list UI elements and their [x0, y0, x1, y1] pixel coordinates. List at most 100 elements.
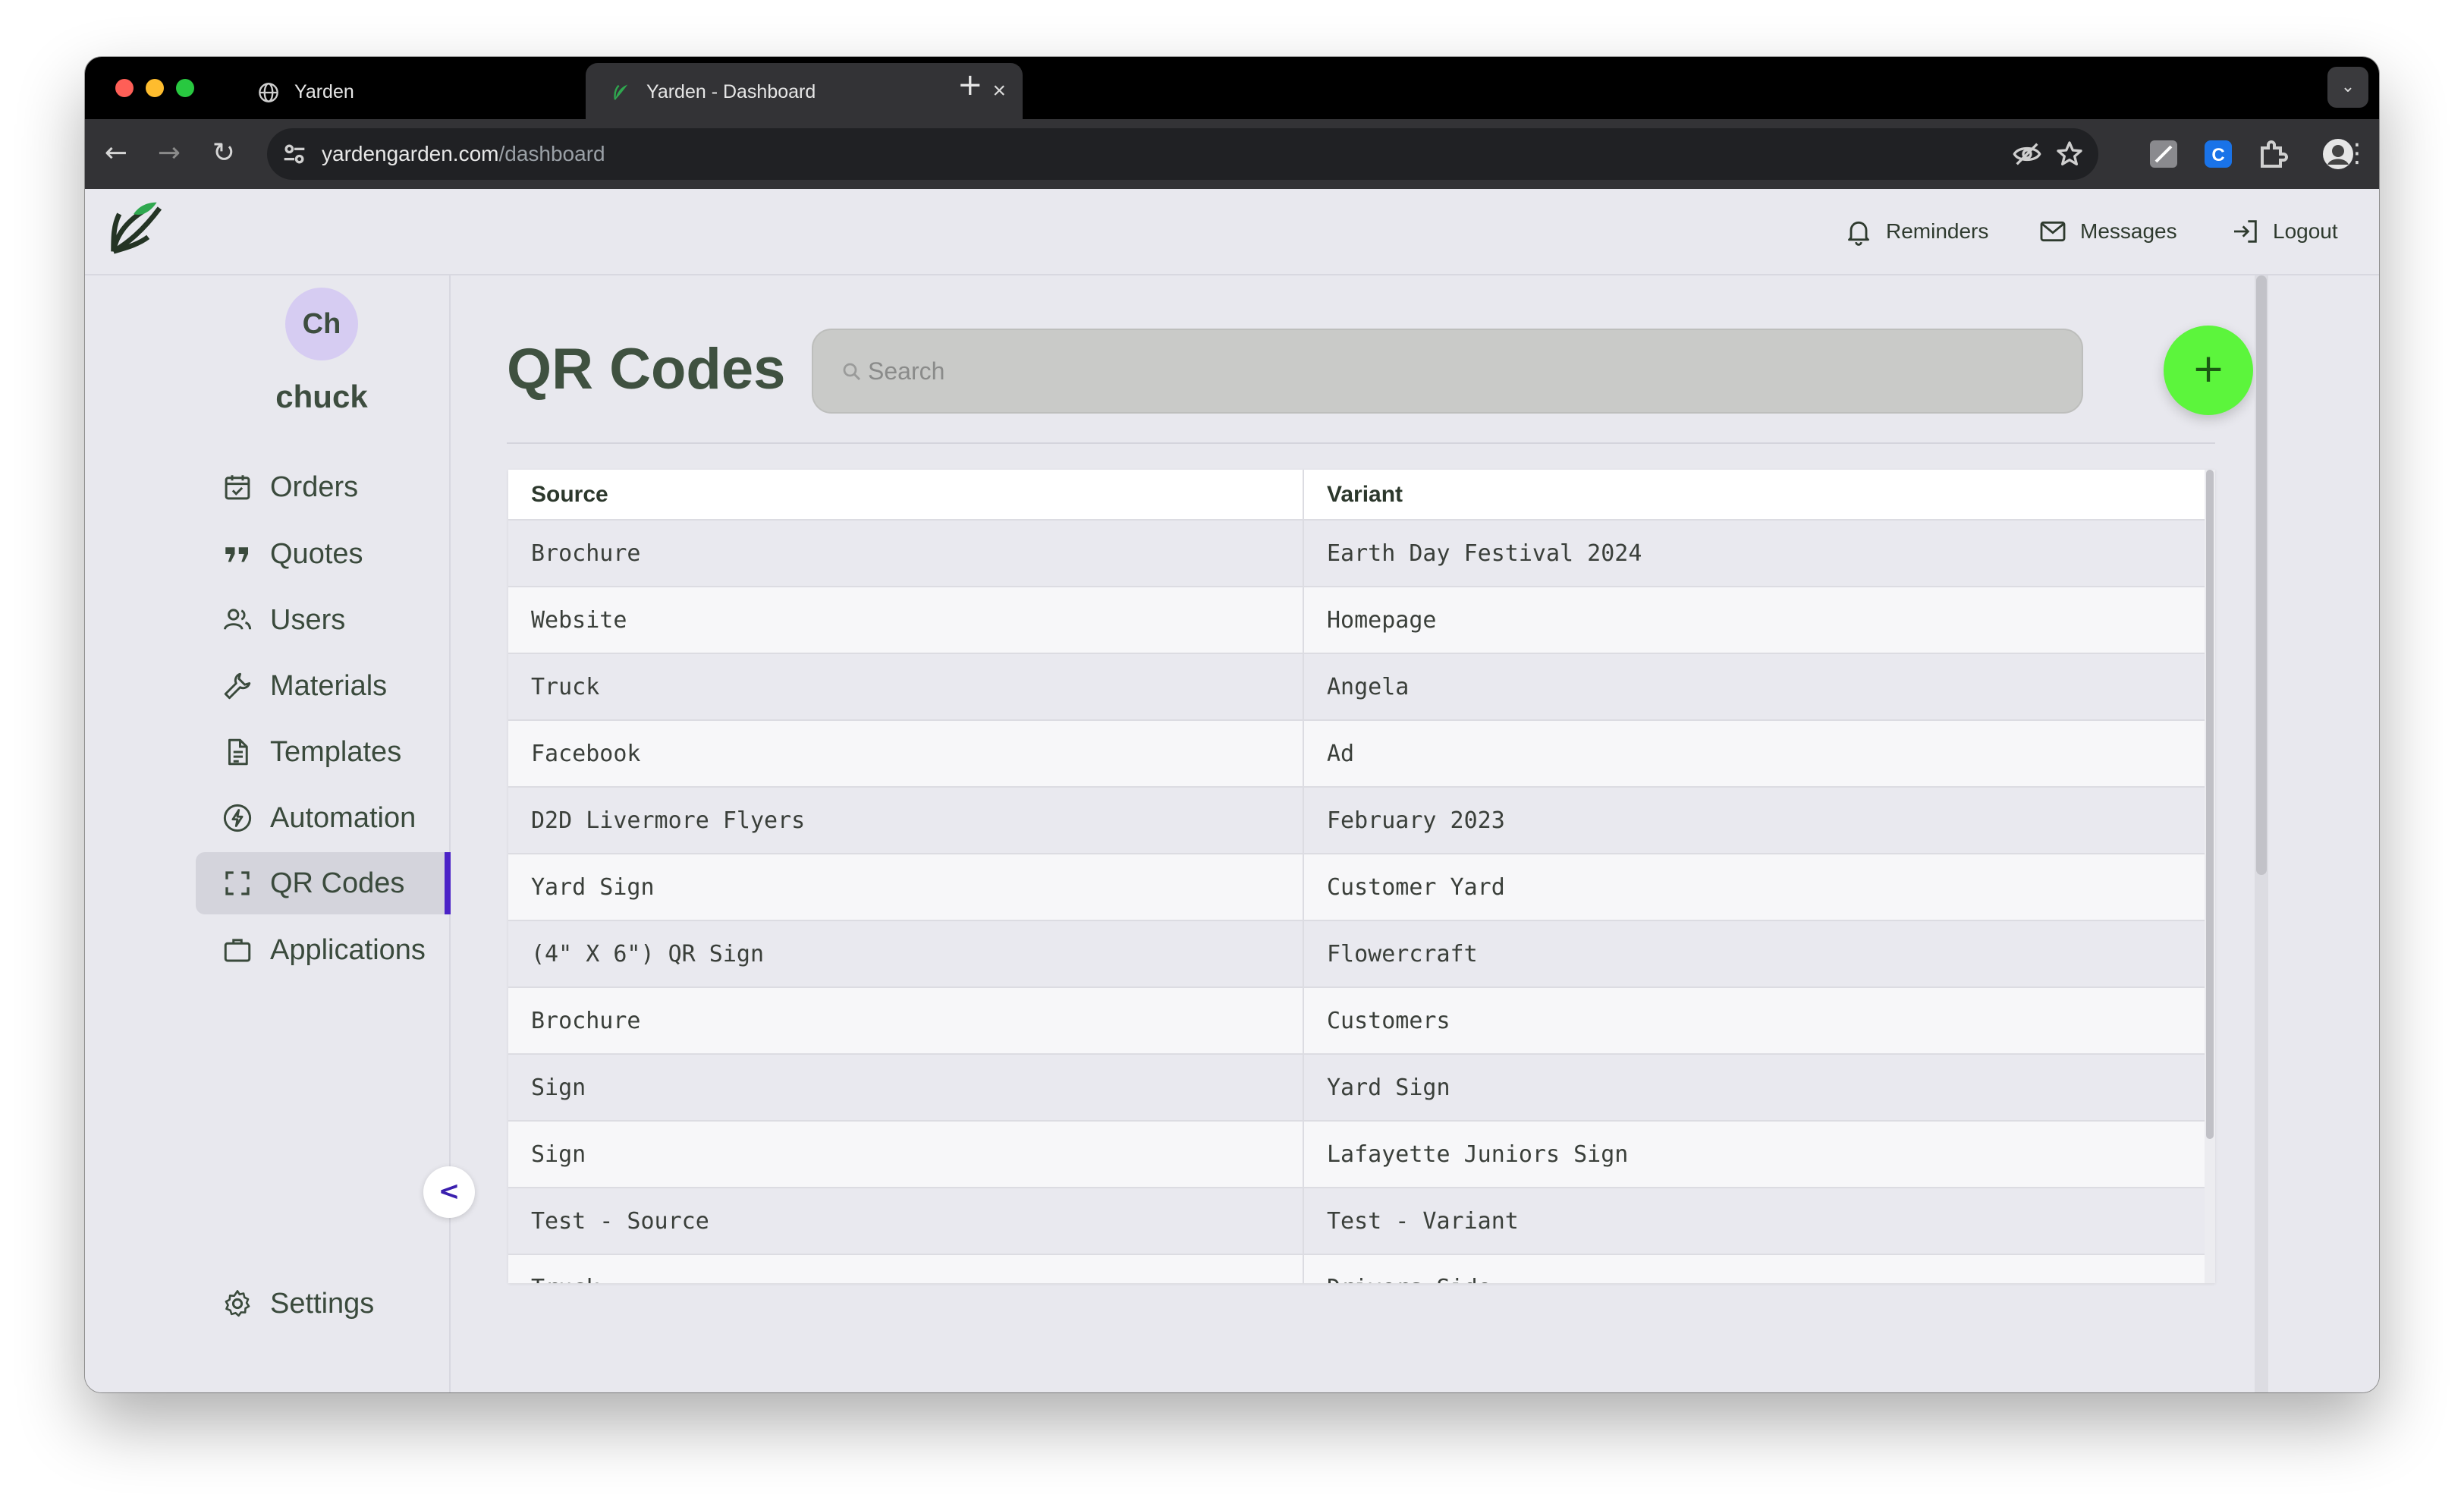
search-icon	[843, 363, 861, 381]
browser-menu-icon[interactable]: ⋮	[2338, 134, 2376, 172]
table-row[interactable]: Test - Source Test - Variant	[508, 1188, 2205, 1255]
extension-icon[interactable]	[2145, 136, 2182, 172]
page-title: QR Codes	[507, 337, 786, 401]
page-scrollbar-thumb[interactable]	[2256, 275, 2267, 875]
browser-toolbar: ← → ↻ yardengarden.com/dashboard C ⋮	[85, 119, 2379, 189]
sidebar-item-automation[interactable]: Automation	[196, 787, 451, 849]
reminders-label: Reminders	[1886, 219, 1989, 243]
source-cell: Sign	[508, 1054, 1304, 1122]
sidebar-item-label: Orders	[270, 470, 359, 503]
svg-text:C: C	[2211, 145, 2224, 165]
calendar-check-icon	[225, 475, 250, 500]
users-icon	[223, 609, 252, 630]
source-cell: (4" X 6") QR Sign	[508, 920, 1304, 988]
close-tab-icon[interactable]: ×	[992, 78, 1006, 104]
logout-link[interactable]: Logout	[2230, 216, 2338, 247]
mail-icon	[2040, 221, 2066, 242]
site-settings-icon[interactable]	[279, 139, 310, 169]
table-scrollbar-thumb[interactable]	[2206, 470, 2214, 1139]
wrench-icon	[224, 672, 251, 700]
table-row[interactable]: Facebook Ad	[508, 720, 2205, 788]
source-cell: Sign	[508, 1121, 1304, 1188]
tab-title: Yarden - Dashboard	[646, 81, 816, 102]
reminders-link[interactable]: Reminders	[1843, 216, 1988, 247]
source-cell: Website	[508, 587, 1304, 654]
tab-search-button[interactable]: ⌄	[2327, 67, 2368, 108]
sidebar-item-label: Quotes	[270, 537, 363, 570]
column-header-source[interactable]: Source	[508, 470, 1304, 521]
sidebar-item-label: Users	[270, 603, 346, 636]
table-row[interactable]: Sign Lafayette Juniors Sign	[508, 1121, 2205, 1188]
search-input[interactable]	[868, 353, 2051, 389]
source-cell: Truck	[508, 1254, 1304, 1283]
briefcase-icon	[224, 939, 251, 962]
sidebar-item-applications[interactable]: Applications	[196, 919, 451, 981]
main-content: QR Codes + Source Variant	[452, 275, 2379, 1392]
table-row[interactable]: Yard Sign Customer Yard	[508, 854, 2205, 921]
variant-cell: Yard Sign	[1303, 1054, 2205, 1122]
messages-label: Messages	[2080, 219, 2177, 243]
close-window-button[interactable]	[115, 79, 134, 97]
sidebar-item-label: Templates	[270, 735, 402, 768]
variant-cell: Homepage	[1303, 587, 2205, 654]
tab-strip: Yarden × Yarden - Dashboard × + ⌄	[85, 57, 2379, 119]
document-icon	[228, 738, 248, 766]
sidebar-item-quotes[interactable]: Quotes	[196, 523, 451, 585]
avatar[interactable]: Ch	[285, 288, 358, 360]
url-text: yardengarden.com/dashboard	[322, 142, 605, 166]
table-row[interactable]: D2D Livermore Flyers February 2023	[508, 787, 2205, 854]
reload-icon[interactable]: ↻	[205, 134, 243, 172]
column-header-variant[interactable]: Variant	[1303, 470, 2205, 521]
yarden-logo-icon[interactable]	[108, 200, 165, 257]
table-row[interactable]: Truck Drivers Side	[508, 1254, 2205, 1283]
url-host: yardengarden.com	[322, 142, 499, 165]
qr-frame-icon	[225, 871, 250, 895]
messages-link[interactable]: Messages	[2038, 216, 2177, 247]
star-icon[interactable]	[2054, 139, 2085, 169]
variant-cell: Ad	[1303, 720, 2205, 788]
minimize-window-button[interactable]	[146, 79, 164, 97]
sidebar-item-materials[interactable]: Materials	[196, 655, 451, 717]
variant-cell: Flowercraft	[1303, 920, 2205, 988]
sidebar-item-label: QR Codes	[270, 867, 405, 899]
variant-cell: Customers	[1303, 987, 2205, 1055]
maximize-window-button[interactable]	[176, 79, 194, 97]
table-scrollbar[interactable]	[2205, 470, 2215, 1283]
puzzle-icon[interactable]	[2255, 136, 2291, 172]
back-icon[interactable]: ←	[97, 134, 135, 172]
table-row[interactable]: Website Homepage	[508, 587, 2205, 654]
bolt-icon	[223, 804, 252, 832]
app: Reminders Messages Logout Ch chuck Order…	[85, 189, 2379, 1392]
variant-cell: February 2023	[1303, 787, 2205, 854]
table-row[interactable]: Brochure Customers	[508, 987, 2205, 1055]
sidebar-item-templates[interactable]: Templates	[196, 721, 451, 783]
new-tab-button[interactable]: +	[957, 68, 983, 102]
source-cell: Truck	[508, 653, 1304, 721]
table-row[interactable]: Sign Yard Sign	[508, 1054, 2205, 1122]
variant-cell: Earth Day Festival 2024	[1303, 520, 2205, 587]
sidebar-item-qr-codes[interactable]: QR Codes	[196, 852, 451, 914]
add-qr-code-button[interactable]: +	[2164, 326, 2253, 415]
forward-icon[interactable]: →	[150, 134, 188, 172]
table-row[interactable]: Truck Angela	[508, 653, 2205, 721]
sidebar-item-settings[interactable]: Settings	[196, 1273, 451, 1335]
sidebar-item-label: Materials	[270, 669, 388, 702]
search-box[interactable]	[812, 329, 2083, 414]
sidebar-item-label: Automation	[270, 801, 416, 834]
source-cell: Test - Source	[508, 1188, 1304, 1255]
page-scrollbar[interactable]	[2255, 275, 2268, 1392]
source-cell: Facebook	[508, 720, 1304, 788]
variant-cell: Customer Yard	[1303, 854, 2205, 921]
tab-title: Yarden	[294, 81, 354, 102]
table-row[interactable]: (4" X 6") QR Sign Flowercraft	[508, 920, 2205, 988]
qr-codes-table: Source Variant Brochure Earth Day Festiv…	[508, 470, 2215, 1283]
sidebar-item-users[interactable]: Users	[196, 589, 451, 651]
extension-c-icon[interactable]: C	[2200, 136, 2236, 172]
eye-off-icon[interactable]	[2012, 139, 2042, 169]
sidebar-item-orders[interactable]: Orders	[196, 456, 451, 518]
source-cell: D2D Livermore Flyers	[508, 787, 1304, 854]
browser-window: Yarden × Yarden - Dashboard × + ⌄ ← → ↻	[85, 57, 2379, 1392]
table-row[interactable]: Brochure Earth Day Festival 2024	[508, 520, 2205, 587]
app-header: Reminders Messages Logout	[85, 189, 2379, 275]
address-bar[interactable]: yardengarden.com/dashboard	[267, 128, 2098, 180]
